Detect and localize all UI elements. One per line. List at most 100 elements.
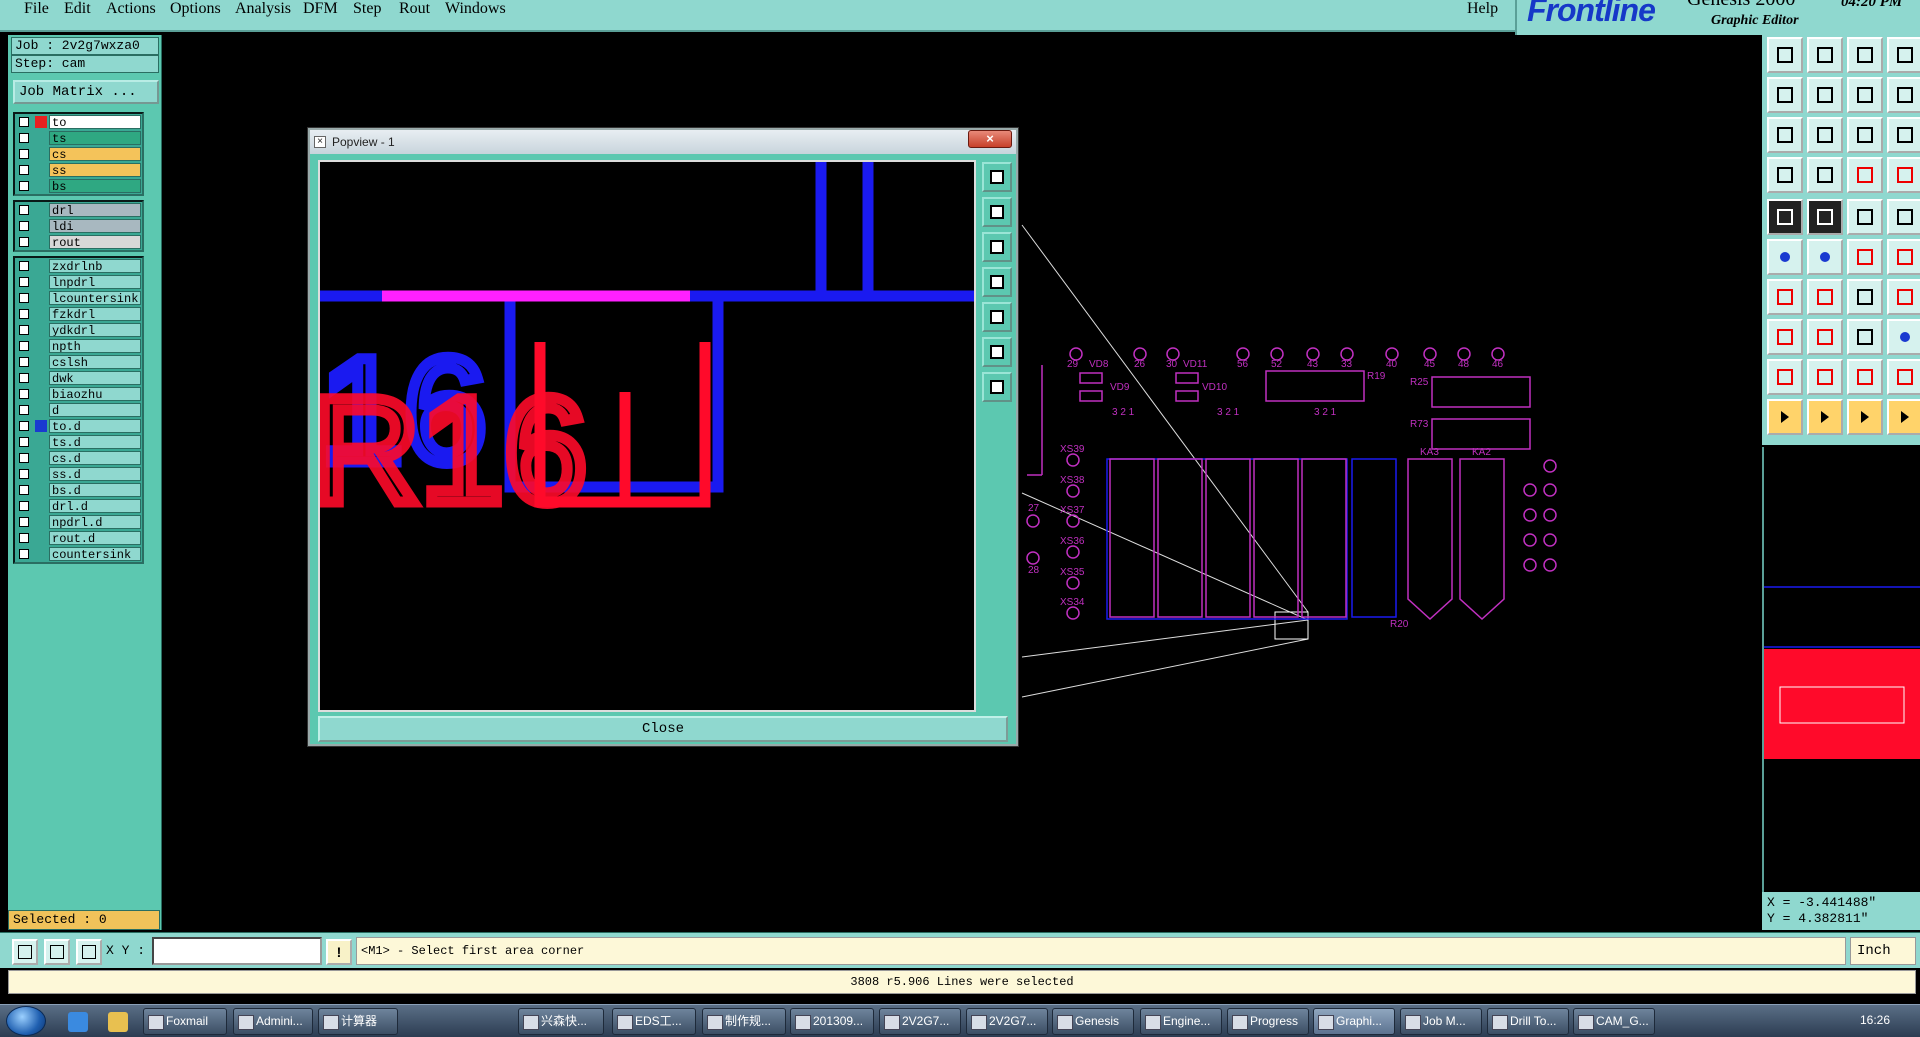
select-arrow-icon[interactable] bbox=[1767, 399, 1803, 435]
layer-checkbox[interactable] bbox=[19, 133, 29, 143]
taskbar-item[interactable]: Admini... bbox=[233, 1008, 313, 1035]
measure-icon[interactable] bbox=[1767, 157, 1803, 193]
layer-row[interactable]: cs.d bbox=[15, 450, 142, 466]
layer-checkbox[interactable] bbox=[19, 421, 29, 431]
layer-checkbox[interactable] bbox=[19, 309, 29, 319]
layer-row[interactable]: cslsh bbox=[15, 354, 142, 370]
link-icon[interactable] bbox=[1887, 239, 1920, 275]
taskbar-item[interactable]: Engine... bbox=[1140, 1008, 1222, 1035]
fit-icon[interactable] bbox=[1767, 117, 1803, 153]
snap-grid-icon[interactable] bbox=[12, 939, 38, 965]
layer-row[interactable]: drl.d bbox=[15, 498, 142, 514]
layer-checkbox[interactable] bbox=[19, 261, 29, 271]
layer-row[interactable]: ts.d bbox=[15, 434, 142, 450]
pad-icon[interactable] bbox=[1767, 199, 1803, 235]
layer-row[interactable]: to.d bbox=[15, 418, 142, 434]
layer-row[interactable]: lnpdrl bbox=[15, 274, 142, 290]
menu-actions[interactable]: Actions bbox=[106, 0, 156, 18]
taskbar-item[interactable]: 2V2G7... bbox=[879, 1008, 961, 1035]
overview-map[interactable] bbox=[1762, 447, 1920, 927]
triangle-icon[interactable] bbox=[1767, 359, 1803, 395]
zoom-in-icon[interactable] bbox=[982, 197, 1012, 227]
layer-checkbox[interactable] bbox=[19, 341, 29, 351]
net-icon[interactable] bbox=[1847, 157, 1883, 193]
layer-row[interactable]: npdrl.d bbox=[15, 514, 142, 530]
popview-viewport[interactable]: 16 R16 bbox=[318, 160, 976, 712]
layer-row[interactable]: ss bbox=[15, 162, 142, 178]
highlight-icon[interactable] bbox=[1887, 157, 1920, 193]
layer-row[interactable]: fzkdrl bbox=[15, 306, 142, 322]
menu-analysis[interactable]: Analysis bbox=[235, 0, 291, 18]
zoom-home-icon[interactable] bbox=[982, 337, 1012, 367]
layer-row[interactable]: bs bbox=[15, 178, 142, 194]
layer-row[interactable]: to bbox=[15, 114, 142, 130]
explorer-icon[interactable] bbox=[108, 1012, 128, 1032]
zoom-in-icon[interactable] bbox=[1767, 77, 1803, 113]
layer-checkbox[interactable] bbox=[19, 165, 29, 175]
layer-checkbox[interactable] bbox=[19, 237, 29, 247]
layer-checkbox[interactable] bbox=[19, 485, 29, 495]
taskbar-item[interactable]: 计算器 bbox=[318, 1008, 398, 1035]
layer-row[interactable]: d bbox=[15, 402, 142, 418]
taskbar-item[interactable]: 201309... bbox=[790, 1008, 874, 1035]
warning-button[interactable]: ! bbox=[326, 939, 352, 965]
save-icon[interactable] bbox=[1807, 37, 1843, 73]
menu-dfm[interactable]: DFM bbox=[303, 0, 338, 18]
menu-options[interactable]: Options bbox=[170, 0, 221, 18]
layer-row[interactable]: countersink bbox=[15, 546, 142, 562]
layer-row[interactable]: lcountersink bbox=[15, 290, 142, 306]
popview-window[interactable]: × Popview - 1 × 16 R16 Close bbox=[308, 128, 1018, 746]
taskbar-item[interactable]: 兴森快... bbox=[518, 1008, 604, 1035]
text-icon[interactable] bbox=[1887, 279, 1920, 315]
ratio-icon[interactable] bbox=[1847, 117, 1883, 153]
layer-checkbox[interactable] bbox=[19, 181, 29, 191]
snap-icon[interactable] bbox=[1807, 157, 1843, 193]
xy-input[interactable] bbox=[152, 937, 322, 965]
layer-checkbox[interactable] bbox=[19, 453, 29, 463]
select-box-icon[interactable] bbox=[1807, 399, 1843, 435]
layer-checkbox[interactable] bbox=[19, 549, 29, 559]
taskbar-item[interactable]: Graphi... bbox=[1313, 1008, 1395, 1035]
step-repeat-icon[interactable] bbox=[1847, 319, 1883, 355]
snap-angle-icon[interactable] bbox=[44, 939, 70, 965]
open-job-icon[interactable] bbox=[1767, 37, 1803, 73]
select-polygon-icon[interactable] bbox=[1847, 399, 1883, 435]
layer-row[interactable]: cs bbox=[15, 146, 142, 162]
layer-checkbox[interactable] bbox=[19, 517, 29, 527]
layer-checkbox[interactable] bbox=[19, 325, 29, 335]
triangle-flat-icon[interactable] bbox=[1847, 359, 1883, 395]
menu-rout[interactable]: Rout bbox=[399, 0, 430, 18]
taskbar-item[interactable]: Progress bbox=[1227, 1008, 1309, 1035]
copy-icon[interactable] bbox=[1887, 319, 1920, 355]
popview-title-bar[interactable]: × Popview - 1 bbox=[310, 130, 1016, 154]
layer-row[interactable]: bs.d bbox=[15, 482, 142, 498]
connect-icon[interactable] bbox=[1847, 239, 1883, 275]
layer-checkbox[interactable] bbox=[19, 293, 29, 303]
layer-checkbox[interactable] bbox=[19, 221, 29, 231]
popview-close-button[interactable]: Close bbox=[318, 716, 1008, 742]
layer-checkbox[interactable] bbox=[19, 533, 29, 543]
center-icon[interactable] bbox=[1807, 117, 1843, 153]
select-net-icon[interactable] bbox=[1887, 399, 1920, 435]
layer-row[interactable]: rout bbox=[15, 234, 142, 250]
taskbar-item[interactable]: Foxmail bbox=[143, 1008, 227, 1035]
ie-icon[interactable] bbox=[68, 1012, 88, 1032]
triangle-line-icon[interactable] bbox=[1887, 359, 1920, 395]
layer-checkbox[interactable] bbox=[19, 437, 29, 447]
layer-row[interactable]: ydkdrl bbox=[15, 322, 142, 338]
add-line-icon[interactable] bbox=[1807, 319, 1843, 355]
taskbar-item[interactable]: 2V2G7... bbox=[966, 1008, 1048, 1035]
layer-row[interactable]: dwk bbox=[15, 370, 142, 386]
window-close-button[interactable]: × bbox=[968, 130, 1012, 148]
home-icon[interactable] bbox=[1847, 37, 1883, 73]
layer-checkbox[interactable] bbox=[19, 501, 29, 511]
arc-icon[interactable] bbox=[1847, 279, 1883, 315]
layer-checkbox[interactable] bbox=[19, 357, 29, 367]
add-pad-icon[interactable] bbox=[1767, 319, 1803, 355]
taskbar-item[interactable]: CAM_G... bbox=[1573, 1008, 1655, 1035]
layer-row[interactable]: zxdrlnb bbox=[15, 258, 142, 274]
layer-row[interactable]: ts bbox=[15, 130, 142, 146]
zoom-fit-icon[interactable] bbox=[982, 162, 1012, 192]
layer-checkbox[interactable] bbox=[19, 373, 29, 383]
layer-checkbox[interactable] bbox=[19, 117, 29, 127]
